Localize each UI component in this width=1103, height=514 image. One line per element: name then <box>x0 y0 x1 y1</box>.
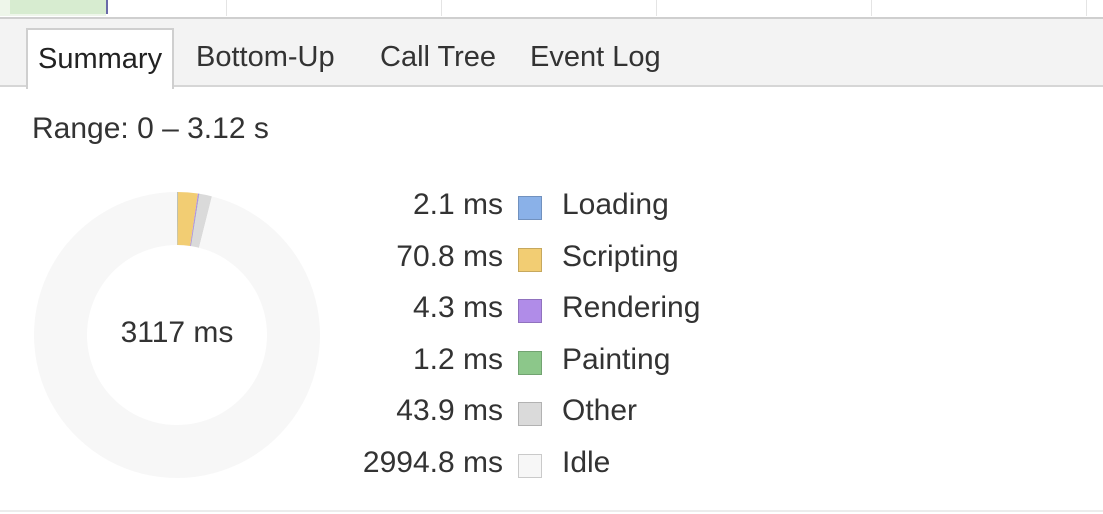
legend-row-rendering: 4.3 ms Rendering <box>340 287 740 339</box>
rendering-color-swatch <box>518 299 542 323</box>
legend-label: Other <box>562 394 638 427</box>
legend-label: Loading <box>562 188 669 221</box>
legend-value: 1.2 ms <box>412 342 503 376</box>
legend-label: Idle <box>562 445 611 479</box>
timeline-overview-strip[interactable] <box>0 0 1103 16</box>
painting-color-swatch <box>518 350 542 375</box>
scripting-color-swatch <box>518 247 542 272</box>
legend-value: 2994.8 ms <box>362 445 503 479</box>
legend-value: 4.3 ms <box>412 291 503 324</box>
legend-value: 43.9 ms <box>396 394 503 427</box>
legend-label: Rendering <box>562 291 701 324</box>
panel-bottom-divider <box>0 510 1103 512</box>
legend-value: 2.1 ms <box>412 188 503 221</box>
legend-value: 70.8 ms <box>396 239 503 273</box>
overview-selection-bar <box>10 0 108 14</box>
details-tab-bar: Summary Bottom-Up Call Tree Event Log <box>0 17 1103 89</box>
idle-color-swatch <box>518 453 542 478</box>
overview-tick <box>1086 0 1087 16</box>
other-color-swatch <box>518 402 542 426</box>
legend-row-idle: 2994.8 ms Idle <box>340 442 740 494</box>
range-label: Range: 0 – 3.12 s <box>32 112 269 145</box>
overview-tick <box>871 0 872 16</box>
category-legend: 2.1 ms Loading 70.8 ms Scripting 4.3 ms … <box>340 184 740 493</box>
overview-tick <box>226 0 227 16</box>
legend-row-other: 43.9 ms Other <box>340 390 740 442</box>
legend-row-loading: 2.1 ms Loading <box>340 184 740 236</box>
performance-summary-panel: Summary Bottom-Up Call Tree Event Log Ra… <box>0 0 1103 514</box>
tab-bottom-up[interactable]: Bottom-Up <box>186 28 345 86</box>
tab-event-log[interactable]: Event Log <box>520 28 671 86</box>
legend-row-scripting: 70.8 ms Scripting <box>340 236 740 288</box>
overview-tick <box>441 0 442 16</box>
legend-label: Scripting <box>562 239 679 273</box>
tab-call-tree[interactable]: Call Tree <box>370 28 506 86</box>
tab-summary[interactable]: Summary <box>26 28 175 89</box>
legend-row-painting: 1.2 ms Painting <box>340 339 740 391</box>
overview-tick <box>656 0 657 16</box>
donut-total-time: 3117 ms <box>120 316 234 349</box>
overview-thumbnail <box>0 0 108 16</box>
legend-label: Painting <box>562 342 671 376</box>
loading-color-swatch <box>518 196 542 220</box>
